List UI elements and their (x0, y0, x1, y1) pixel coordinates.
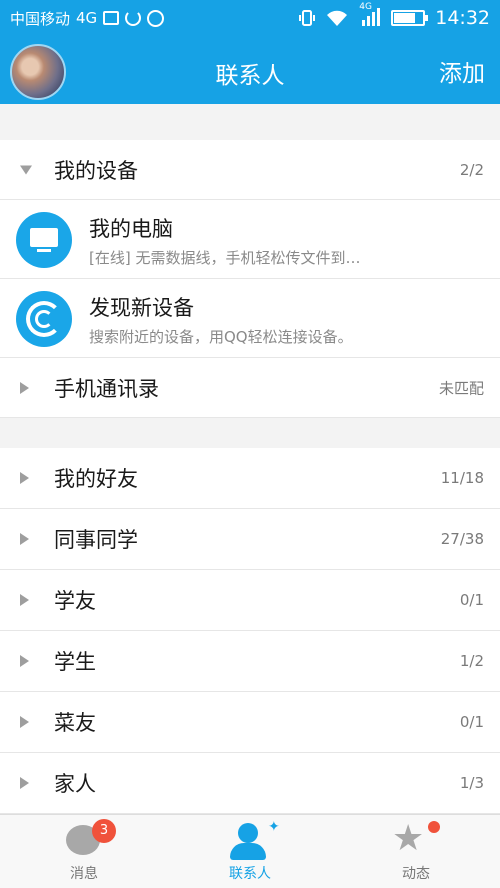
group-count: 11/18 (440, 469, 484, 487)
carrier-name: 中国移动 (10, 9, 71, 28)
group-label: 学友 (54, 589, 96, 613)
group-label: 我的设备 (54, 158, 138, 183)
bottom-nav: 3 消息 ✦ 联系人 ★ 动态 (0, 814, 500, 888)
device-row-discover[interactable]: 发现新设备 搜索附近的设备，用QQ轻松连接设备。 (0, 279, 500, 358)
group-count: 27/38 (440, 530, 484, 548)
group-count: 0/1 (459, 713, 484, 731)
monitor-stand (37, 249, 51, 252)
nav-label: 消息 (70, 866, 98, 882)
status-left: 中国移动 4G (10, 8, 165, 29)
nav-feed[interactable]: ★ 动态 (356, 815, 476, 888)
group-label: 学生 (54, 650, 96, 674)
group-row[interactable]: 学生 1/2 (0, 631, 500, 692)
expand-arrow-icon (20, 655, 29, 667)
add-button[interactable]: 添加 (439, 54, 485, 88)
group-count: 0/1 (459, 591, 484, 609)
contacts-person-icon (238, 823, 258, 843)
group-row-my-devices[interactable]: 我的设备 2/2 (0, 140, 500, 200)
unread-badge: 3 (92, 819, 116, 843)
radar-icon (16, 291, 72, 347)
image-notification-icon (103, 11, 120, 25)
cell-signal: 4G (359, 2, 381, 30)
group-count: 1/3 (459, 774, 484, 792)
nav-label: 联系人 (229, 866, 271, 882)
device-title: 我的电脑 (89, 217, 173, 241)
device-row-my-computer[interactable]: 我的电脑 [在线] 无需数据线，手机轻松传文件到… (0, 200, 500, 279)
expand-arrow-icon (20, 381, 29, 394)
page-title: 联系人 (215, 63, 285, 89)
network-type: 4G (76, 9, 98, 27)
wifi-icon (327, 10, 348, 26)
group-row[interactable]: 同事同学 27/38 (0, 509, 500, 570)
group-label: 菜友 (54, 711, 96, 735)
app-notification-icon (147, 9, 165, 27)
radar-inner-ring (35, 310, 53, 328)
group-row[interactable]: 学友 0/1 (0, 570, 500, 631)
group-row-phone-contacts[interactable]: 手机通讯录 未匹配 (0, 358, 500, 418)
vibrate-icon (299, 10, 316, 26)
battery-level (394, 13, 416, 23)
sparkle-icon: ✦ (268, 819, 280, 835)
device-subtitle: [在线] 无需数据线，手机轻松传文件到… (89, 249, 361, 267)
sync-icon (125, 10, 142, 26)
nav-contacts[interactable]: ✦ 联系人 (190, 815, 310, 888)
expand-arrow-icon (20, 777, 29, 789)
app-bar: 联系人 添加 (0, 36, 500, 104)
status-bar: 中国移动 4G 4G 14:32 (0, 0, 500, 36)
group-label: 家人 (54, 772, 96, 796)
status-right: 4G 14:32 (299, 2, 490, 30)
group-count: 2/2 (459, 160, 484, 179)
device-title: 发现新设备 (89, 296, 194, 320)
nav-label: 动态 (402, 866, 430, 882)
match-status: 未匹配 (438, 379, 484, 397)
expand-arrow-icon (20, 472, 29, 484)
expand-arrow-icon (20, 533, 29, 545)
nav-messages[interactable]: 3 消息 (24, 815, 144, 888)
collapse-arrow-icon (20, 165, 32, 174)
group-label: 同事同学 (54, 528, 138, 552)
monitor-icon (16, 212, 72, 268)
new-activity-dot (428, 821, 440, 833)
group-row[interactable]: 菜友 0/1 (0, 692, 500, 753)
device-subtitle: 搜索附近的设备，用QQ轻松连接设备。 (89, 328, 353, 346)
group-count: 1/2 (459, 652, 484, 670)
star-icon: ★ (392, 818, 425, 859)
group-label: 手机通讯录 (54, 376, 159, 401)
monitor-screen (30, 228, 58, 247)
contacts-person-body (230, 843, 266, 860)
group-row[interactable]: 我的好友 11/18 (0, 448, 500, 509)
battery-icon (391, 10, 429, 26)
group-label: 我的好友 (54, 467, 138, 491)
expand-arrow-icon (20, 594, 29, 606)
group-row[interactable]: 家人 1/3 (0, 753, 500, 814)
clock: 14:32 (435, 7, 490, 29)
expand-arrow-icon (20, 716, 29, 728)
cell-network-type: 4G (359, 2, 372, 12)
